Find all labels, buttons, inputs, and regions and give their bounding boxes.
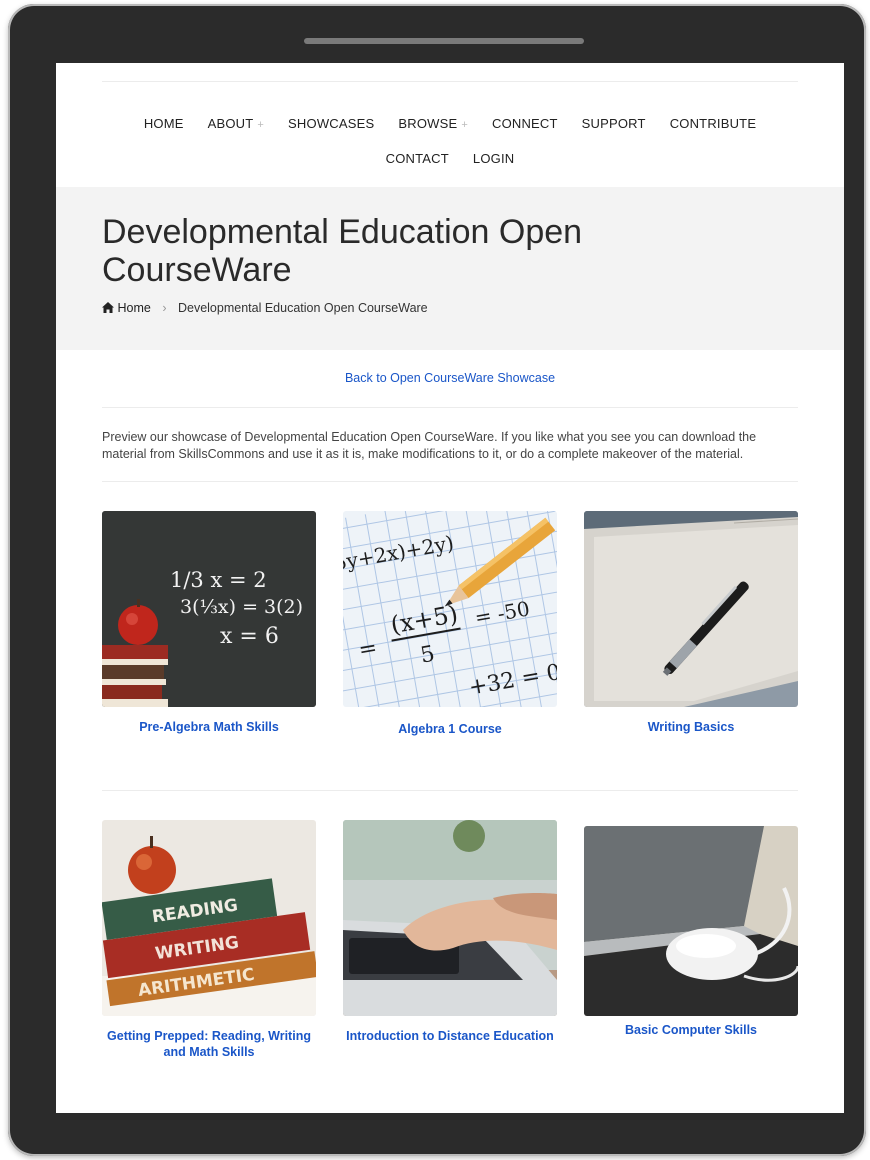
course-title[interactable]: Getting Prepped: Reading, Writing and Ma…	[102, 1028, 316, 1060]
nav-row-1: HOME ABOUT + SHOWCASES BROWSE + CONNECT SUPPORT…	[102, 107, 798, 142]
main-nav: HOME ABOUT + SHOWCASES BROWSE + CONNECT SUPPORT…	[102, 107, 798, 176]
nav-item-browse[interactable]: BROWSE +	[398, 107, 468, 142]
course-card[interactable]: Writing Basics	[584, 511, 798, 735]
plus-icon: +	[461, 119, 468, 131]
nav-item-login[interactable]: LOGIN	[473, 142, 514, 176]
nav-item-showcases[interactable]: SHOWCASES	[288, 107, 374, 142]
course-title[interactable]: Writing Basics	[584, 719, 798, 735]
nav-item-label: SHOWCASES	[288, 116, 375, 131]
nav-item-about[interactable]: ABOUT +	[208, 107, 264, 142]
course-title[interactable]: Basic Computer Skills	[584, 1022, 798, 1038]
nav-item-label: CONTRIBUTE	[669, 116, 757, 131]
books-apple-image[interactable]: ARITHMETIC WRITING READING	[102, 820, 316, 1016]
nav-item-label: ABOUT	[207, 116, 254, 131]
course-card[interactable]: -5y+2x)+2y) (x+5) 5 = -50 +32 = 0 = Alge…	[343, 511, 557, 737]
course-card[interactable]: Introduction to Distance Education	[343, 820, 557, 1044]
mouse-laptop-image[interactable]	[584, 826, 798, 1016]
notepad-pen-image[interactable]	[584, 511, 798, 707]
nav-item-connect[interactable]: CONNECT	[492, 107, 558, 142]
tablet-frame: HOME ABOUT + SHOWCASES BROWSE + CONNECT SUPPORT…	[8, 4, 866, 1156]
chalk-line-1: 1/3 x = 2	[170, 568, 267, 592]
nav-item-label: LOGIN	[472, 151, 515, 166]
course-card[interactable]: ARITHMETIC WRITING READING Getting Prepp…	[102, 820, 316, 1060]
nav-row-2: CONTACT LOGIN	[102, 142, 798, 176]
nav-item-label: BROWSE	[398, 116, 458, 131]
nav-item-contact[interactable]: CONTACT	[386, 142, 449, 176]
course-title[interactable]: Introduction to Distance Education	[343, 1028, 557, 1044]
nav-item-contribute[interactable]: CONTRIBUTE	[670, 107, 757, 142]
plus-icon: +	[257, 119, 265, 131]
page-title: Developmental Education Open CourseWare	[102, 213, 583, 289]
intro-text: Preview our showcase of Developmental Ed…	[102, 430, 757, 461]
chalk-line-2: 3(⅓x) = 3(2)	[180, 596, 303, 618]
divider	[102, 790, 798, 791]
chalkboard-apple-image[interactable]: 1/3 x = 2 3(⅓x) = 3(2) x = 6	[102, 511, 316, 707]
nav-item-label: HOME	[143, 116, 184, 131]
tablet-speaker	[304, 38, 584, 44]
breadcrumb-separator: ›	[162, 301, 167, 315]
nav-item-label: CONTACT	[385, 151, 449, 166]
hands-laptop-image[interactable]	[343, 820, 557, 1016]
nav-item-home[interactable]: HOME	[144, 107, 184, 142]
divider	[102, 481, 798, 482]
breadcrumb-home-link[interactable]: Home	[117, 301, 150, 315]
breadcrumb-current: Developmental Education Open CourseWare	[177, 301, 428, 315]
graph-paper-pencil-image[interactable]: -5y+2x)+2y) (x+5) 5 = -50 +32 = 0 =	[343, 511, 557, 707]
home-icon	[102, 302, 114, 313]
course-title[interactable]: Algebra 1 Course	[343, 721, 557, 737]
nav-item-label: CONNECT	[491, 116, 558, 131]
course-card[interactable]: 1/3 x = 2 3(⅓x) = 3(2) x = 6 Pre-Algebra…	[102, 511, 316, 735]
breadcrumb: Home › Developmental Education Open Cour…	[102, 301, 428, 315]
back-to-showcase-link[interactable]: Back to Open CourseWare Showcase	[56, 371, 844, 385]
course-title[interactable]: Pre-Algebra Math Skills	[102, 719, 316, 735]
course-card[interactable]: Basic Computer Skills	[584, 820, 798, 1038]
nav-item-label: SUPPORT	[581, 116, 646, 131]
divider	[102, 407, 798, 408]
screen: HOME ABOUT + SHOWCASES BROWSE + CONNECT SUPPORT…	[56, 63, 844, 1113]
page-hero: Developmental Education Open CourseWare …	[56, 187, 844, 350]
nav-item-support[interactable]: SUPPORT	[582, 107, 646, 142]
top-divider	[102, 81, 798, 82]
chalk-line-3: x = 6	[220, 624, 279, 649]
